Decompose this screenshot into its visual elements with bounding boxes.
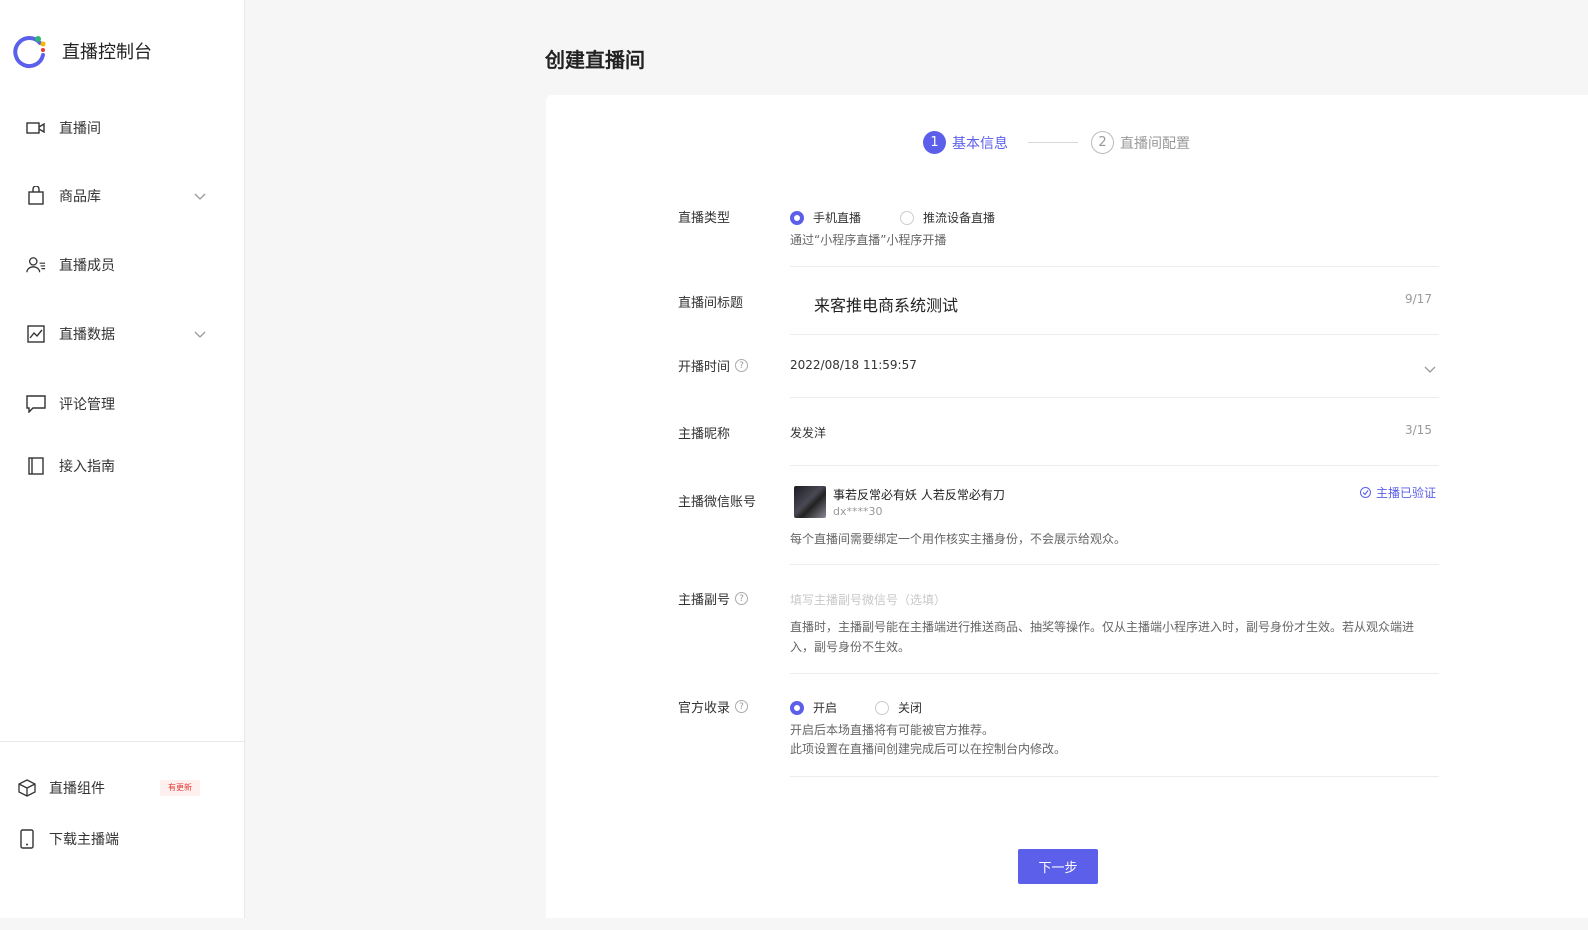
shopping-bag-icon xyxy=(26,186,46,206)
sidebar-item-components[interactable]: 直播组件 有更新 xyxy=(0,770,244,806)
radio-stream-device-live[interactable]: 推流设备直播 xyxy=(900,209,995,226)
start-time-value[interactable]: 2022/08/18 11:59:57 xyxy=(790,358,917,372)
check-circle-icon xyxy=(1360,487,1371,498)
step-2-number: 2 xyxy=(1091,131,1114,154)
wechat-hint: 每个直播间需要绑定一个用作核实主播身份，不会展示给观众。 xyxy=(790,532,1127,546)
chart-image-icon xyxy=(26,324,46,344)
step-connector xyxy=(1028,142,1078,143)
live-type-hint: 通过“小程序直播”小程序开播 xyxy=(790,233,947,247)
sidebar-item-data[interactable]: 直播数据 xyxy=(0,316,244,352)
radio-checked-icon xyxy=(790,700,804,715)
sidebar-item-live-room[interactable]: 直播间 xyxy=(0,110,244,146)
verified-status: 主播已验证 xyxy=(1360,484,1436,501)
row-divider xyxy=(790,776,1439,777)
sidebar-item-label: 直播数据 xyxy=(59,327,115,343)
nickname-char-counter: 3/15 xyxy=(1405,423,1432,437)
update-badge: 有更新 xyxy=(160,780,200,796)
sidebar-item-download[interactable]: 下载主播端 xyxy=(0,821,244,857)
help-icon[interactable]: ? xyxy=(735,359,749,372)
sidebar-item-comments[interactable]: 评论管理 xyxy=(0,386,244,422)
help-icon[interactable]: ? xyxy=(735,700,749,713)
cube-icon xyxy=(17,778,37,798)
wechat-account-label: 主播微信账号 xyxy=(678,495,757,510)
phone-icon xyxy=(17,829,37,849)
sidebar-item-label: 直播间 xyxy=(59,121,101,137)
live-title-label: 直播间标题 xyxy=(678,296,744,311)
deputy-account-input[interactable] xyxy=(790,590,1290,610)
row-divider xyxy=(790,465,1439,466)
deputy-hint-line2: 入，副号身份不生效。 xyxy=(790,640,911,654)
chevron-down-icon[interactable] xyxy=(1423,362,1437,376)
help-icon[interactable]: ? xyxy=(735,592,749,605)
row-divider xyxy=(790,673,1439,674)
logo-icon xyxy=(12,33,48,69)
deputy-account-label: 主播副号? xyxy=(678,589,749,608)
user-list-icon xyxy=(26,255,46,275)
form-card: 1 基本信息 2 直播间配置 直播类型 手机直播 推流设备直播 通过“小程序直播… xyxy=(546,95,1588,918)
sidebar-item-label: 评论管理 xyxy=(59,397,115,413)
radio-official-on[interactable]: 开启 xyxy=(790,699,837,716)
sidebar-item-products[interactable]: 商品库 xyxy=(0,178,244,214)
wechat-account-id: dx****30 xyxy=(833,505,883,518)
next-step-button[interactable]: 下一步 xyxy=(1018,849,1098,884)
sidebar-item-label: 接入指南 xyxy=(59,459,115,475)
stepper: 1 基本信息 2 直播间配置 xyxy=(923,131,1190,154)
sidebar-item-label: 直播成员 xyxy=(59,258,115,274)
official-inclusion-label: 官方收录? xyxy=(678,697,749,716)
row-divider xyxy=(790,397,1439,398)
avatar xyxy=(794,486,826,518)
comment-icon xyxy=(26,394,46,414)
sidebar-item-guide[interactable]: 接入指南 xyxy=(0,448,244,484)
official-hint-line2: 此项设置在直播间创建完成后可以在控制台内修改。 xyxy=(790,742,1067,756)
row-divider xyxy=(790,334,1439,335)
page-title: 创建直播间 xyxy=(545,48,645,72)
step-1-number: 1 xyxy=(923,131,946,154)
step-1-label: 基本信息 xyxy=(952,135,1008,152)
step-2-label: 直播间配置 xyxy=(1120,135,1190,152)
app-title: 直播控制台 xyxy=(62,42,152,63)
sidebar: 直播控制台 直播间 商品库 直播成员 直播数据 评论管理 接入指南 直播组件 有… xyxy=(0,0,245,918)
title-char-counter: 9/17 xyxy=(1405,292,1432,306)
book-icon xyxy=(26,456,46,476)
sidebar-divider xyxy=(0,741,244,742)
nickname-label: 主播昵称 xyxy=(678,427,731,442)
sidebar-item-label: 下载主播端 xyxy=(49,832,119,848)
deputy-hint-line1: 直播时，主播副号能在主播端进行推送商品、抽奖等操作。仅从主播端小程序进入时，副号… xyxy=(790,620,1415,634)
radio-official-off[interactable]: 关闭 xyxy=(875,699,922,716)
logo: 直播控制台 xyxy=(12,33,152,69)
radio-unchecked-icon xyxy=(900,210,914,225)
wechat-account-name: 事若反常必有妖 人若反常必有刀 xyxy=(833,488,1005,502)
live-type-label: 直播类型 xyxy=(678,211,731,226)
chevron-down-icon xyxy=(193,327,207,341)
sidebar-item-members[interactable]: 直播成员 xyxy=(0,247,244,283)
radio-checked-icon xyxy=(790,210,804,225)
row-divider xyxy=(790,564,1439,565)
radio-unchecked-icon xyxy=(875,700,889,715)
official-hint-line1: 开启后本场直播将有可能被官方推荐。 xyxy=(790,723,995,737)
radio-mobile-live[interactable]: 手机直播 xyxy=(790,209,861,226)
sidebar-item-label: 商品库 xyxy=(59,189,101,205)
sidebar-item-label: 直播组件 xyxy=(49,781,105,797)
nickname-value[interactable]: 发发洋 xyxy=(790,424,826,441)
start-time-label: 开播时间? xyxy=(678,356,749,375)
live-title-input[interactable] xyxy=(790,285,1439,323)
video-camera-icon xyxy=(26,118,46,138)
row-divider xyxy=(790,266,1439,267)
chevron-down-icon xyxy=(193,189,207,203)
